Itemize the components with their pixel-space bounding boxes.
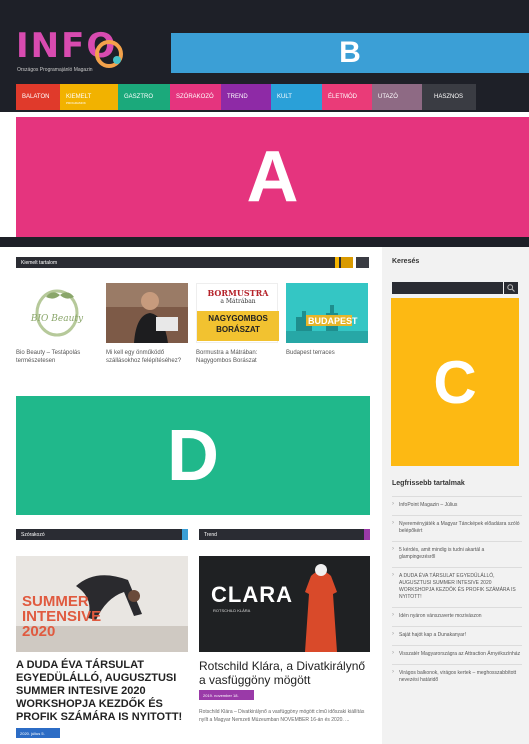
nav-label: GASZTRO	[124, 94, 154, 100]
article-title[interactable]: A DUDA ÉVA TÁRSULAT EGYEDÜLÁLLÓ, AUGUSZT…	[16, 659, 188, 724]
section-accent	[364, 529, 370, 540]
bio-beauty-logo: BIO Beauty	[30, 289, 84, 337]
clara-image-subtext: ROTSCHILD KLÁRA	[213, 608, 251, 613]
ad-banner-a[interactable]: A	[16, 117, 529, 237]
nav-label: SZÓRAKOZÓ	[176, 94, 214, 100]
nav-item-trend[interactable]: TREND	[221, 84, 271, 110]
nav-label: ÉLETMÓD	[328, 94, 358, 100]
bormustra-winery-2: BORÁSZAT	[216, 325, 260, 334]
nav-item-hasznos[interactable]: HASZNOS	[422, 84, 476, 110]
article-image-clara[interactable]: CLARA ROTSCHILD KLÁRA	[199, 556, 370, 652]
nav-item-eletmod[interactable]: ÉLETMÓD	[322, 84, 372, 110]
nav-label: TREND	[227, 94, 248, 100]
thumb-bio-beauty[interactable]: BIO Beauty	[16, 283, 98, 343]
article-image-summer-intensive[interactable]: SUMMER INTENSIVE 2020	[16, 556, 188, 652]
nav-label: HASZNOS	[434, 94, 464, 100]
nav-item-gasztro[interactable]: GASZTRO	[118, 84, 170, 110]
featured-title: Kiemelt tartalom	[21, 259, 58, 266]
search-icon	[507, 284, 515, 292]
section-bar-trend: Trend	[199, 529, 370, 540]
nav-item-kult[interactable]: KULT	[271, 84, 322, 110]
list-item[interactable]: A DUDA ÉVA TÁRSULAT EGYEDÜLÁLLÓ, AUGUSZT…	[392, 567, 522, 607]
clara-image-text: CLARA	[211, 582, 293, 607]
summer-image-text-1: SUMMER	[22, 593, 89, 610]
ad-banner-b[interactable]: B	[171, 33, 529, 73]
ad-banner-d[interactable]: D	[16, 396, 370, 515]
budapest-skyline	[286, 283, 368, 343]
nav-item-kiemelt[interactable]: KIEMELT PROGRAMOK	[60, 84, 118, 110]
banner-d-label: D	[167, 415, 219, 496]
nav-label: KULT	[277, 94, 292, 100]
list-item[interactable]: Saját hajót kap a Dunakanyar!	[392, 626, 522, 645]
main-nav: BALATON KIEMELT PROGRAMOK GASZTRO SZÓRAKO…	[16, 84, 476, 110]
thumb-budapest[interactable]: BUDAPEST	[286, 283, 368, 343]
header-lower-strip	[0, 237, 529, 247]
list-item[interactable]: Visszatér Magyarországra az Attraction Á…	[392, 645, 522, 664]
carousel-next-button[interactable]	[356, 257, 369, 268]
bio-beauty-image-text: BIO Beauty	[30, 314, 84, 324]
nav-label: KIEMELT	[66, 94, 92, 100]
bormustra-subtitle: a Mátrában	[220, 298, 256, 305]
nav-label: BALATON	[22, 94, 50, 100]
thumb-caption[interactable]: Budapest terraces	[286, 349, 372, 357]
person-photo	[106, 283, 188, 343]
search-input[interactable]	[392, 282, 503, 294]
nav-sublabel: PROGRAMOK	[66, 101, 86, 105]
article-date-badge: 2019. november 18.	[199, 690, 254, 700]
list-item[interactable]: Virágos balkonok, virágos kertek – megho…	[392, 664, 522, 690]
thumb-person[interactable]	[106, 283, 188, 343]
logo-circle-icon	[95, 40, 123, 68]
nav-label: UTAZÓ	[378, 94, 398, 100]
list-item[interactable]: Idén nyáron vánszuverte mozivászon	[392, 607, 522, 626]
search-button[interactable]	[504, 282, 518, 294]
section-bar-szorakozo: Szórakozó	[16, 529, 188, 540]
logo-subtitle: Országos Programajánló Magazin	[17, 67, 93, 73]
list-item[interactable]: Nyereményjáték a Magyar Táncképek előadá…	[392, 515, 522, 541]
article-excerpt: Rotschild Klára – Divatkirálynő a vasfüg…	[199, 709, 365, 723]
list-item[interactable]: 5 kérdés, amit mindig is tudni akartál a…	[392, 541, 522, 567]
bormustra-title: BORMUSTRA	[207, 288, 269, 298]
featured-accent	[335, 257, 339, 268]
banner-b-label: B	[339, 36, 361, 69]
latest-widget-title: Legfrissebb tartalmak	[392, 480, 465, 487]
article-date-badge: 2020. július 5.	[16, 728, 60, 738]
article-title[interactable]: Rotschild Klára, a Divatkirálynő a vasfü…	[199, 659, 371, 687]
section-title: Trend	[204, 531, 217, 538]
carousel-prev-button[interactable]	[341, 257, 353, 268]
banner-a-label: A	[246, 137, 299, 217]
thumb-bormustra[interactable]: BORMUSTRA a Mátrában NAGYGOMBOS BORÁSZAT	[196, 283, 279, 343]
summer-image-text-3: 2020	[22, 623, 56, 640]
list-item[interactable]: InfoPoint Magazin – Július	[392, 496, 522, 515]
ad-banner-c[interactable]: C	[391, 298, 519, 466]
thumb-caption[interactable]: Bio Beauty – Testápolás természetesen	[16, 349, 102, 365]
nav-item-szorakozo[interactable]: SZÓRAKOZÓ	[170, 84, 221, 110]
summer-image-text-2: INTENSIVE	[22, 608, 102, 625]
section-title: Szórakozó	[21, 531, 45, 538]
latest-list: InfoPoint Magazin – Július Nyereményjáté…	[392, 496, 522, 690]
thumb-caption[interactable]: Bormustra a Mátrában: Nagygombos Borásza…	[196, 349, 282, 365]
banner-c-label: C	[433, 348, 477, 416]
thumb-caption[interactable]: Mi kell egy önműködő szállásokhoz felépí…	[106, 349, 192, 365]
search-widget-title: Keresés	[392, 258, 420, 265]
bormustra-winery: NAGYGOMBOS	[208, 314, 268, 323]
nav-item-balaton[interactable]: BALATON	[16, 84, 60, 110]
section-accent	[182, 529, 188, 540]
nav-item-utazo[interactable]: UTAZÓ	[372, 84, 422, 110]
budapest-image-text: BUDAPEST	[308, 316, 358, 326]
featured-section-bar: Kiemelt tartalom	[16, 257, 351, 268]
